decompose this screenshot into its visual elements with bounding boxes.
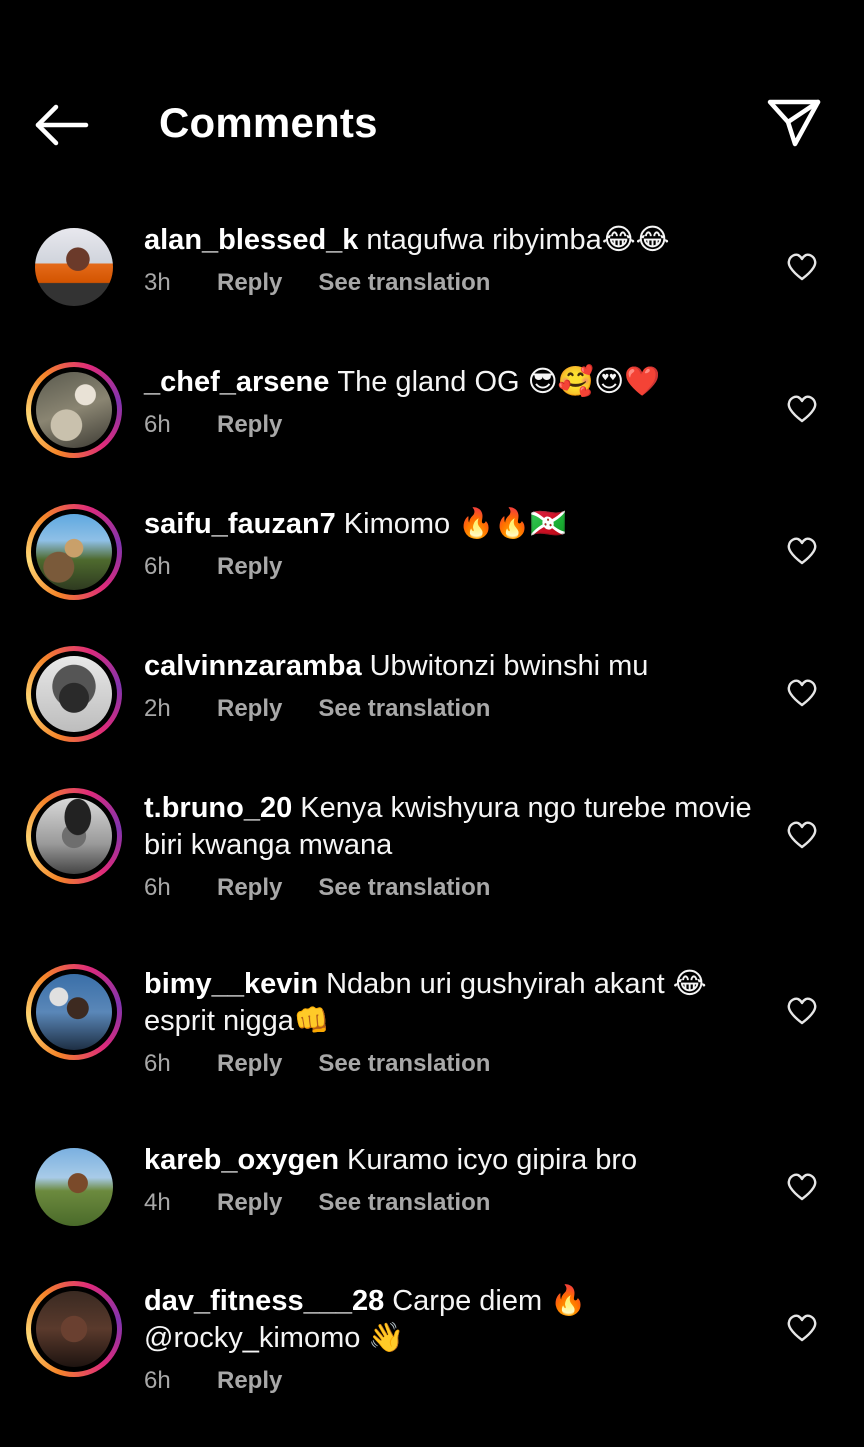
- comment-meta: 6h Reply See translation: [144, 872, 754, 904]
- see-translation-button[interactable]: See translation: [318, 1048, 490, 1080]
- arrow-left-icon: [35, 104, 89, 146]
- comment-time: 6h: [144, 553, 171, 580]
- like-button[interactable]: [787, 1314, 817, 1342]
- heart-icon: [787, 997, 817, 1025]
- reply-button[interactable]: Reply: [217, 551, 282, 583]
- avatar[interactable]: [26, 1139, 122, 1235]
- comment-body: bimy__kevin Ndabn uri gushyirah akant 😂 e…: [144, 966, 754, 1080]
- comment-time: 6h: [144, 1050, 171, 1077]
- like-button[interactable]: [787, 253, 817, 281]
- comment-body: _chef_arsene The gland OG 😎🥰😍❤️ 6h Reply: [144, 364, 754, 441]
- comment-username[interactable]: calvinnzaramba: [144, 650, 362, 682]
- like-button[interactable]: [787, 997, 817, 1025]
- comment-time: 6h: [144, 1367, 171, 1394]
- paper-plane-icon: [767, 99, 821, 147]
- comment-time: 3h: [144, 269, 171, 296]
- reply-button[interactable]: Reply: [217, 1187, 282, 1219]
- heart-icon: [787, 395, 817, 423]
- avatar[interactable]: [26, 788, 122, 884]
- heart-icon: [787, 821, 817, 849]
- like-button[interactable]: [787, 395, 817, 423]
- see-translation-button[interactable]: See translation: [318, 1187, 490, 1219]
- comment-body: kareb_oxygen Kuramo icyo gipira bro 4h Rep…: [144, 1142, 754, 1219]
- comment-username[interactable]: saifu_fauzan7: [144, 508, 336, 540]
- avatar-image: [36, 372, 112, 448]
- avatar[interactable]: [26, 219, 122, 315]
- see-translation-button[interactable]: See translation: [318, 693, 490, 725]
- comment-meta: 2h Reply See translation: [144, 693, 754, 725]
- comment-username[interactable]: _chef_arsene: [144, 366, 329, 398]
- comment-username[interactable]: dav_fitness___28: [144, 1285, 384, 1317]
- reply-button[interactable]: Reply: [217, 409, 282, 441]
- share-button[interactable]: [764, 98, 824, 150]
- avatar-image: [36, 798, 112, 874]
- header: Comments: [0, 80, 864, 170]
- comment-meta: 6h Reply: [144, 1365, 754, 1397]
- comment-meta: 4h Reply See translation: [144, 1187, 754, 1219]
- comment-body: calvinnzaramba Ubwitonzi bwinshi mu 2h Rep…: [144, 648, 754, 725]
- heart-icon: [787, 1173, 817, 1201]
- comment-username[interactable]: t.bruno_20: [144, 792, 292, 824]
- reply-button[interactable]: Reply: [217, 1365, 282, 1397]
- avatar[interactable]: [26, 1281, 122, 1377]
- back-button[interactable]: [30, 102, 92, 148]
- comment-body: t.bruno_20 Kenya kwishyura ngo turebe mov…: [144, 790, 754, 904]
- comments-screen: Comments alan_blessed_k ntagufwa ribyimba…: [0, 0, 864, 1447]
- comment-text: The gland OG 😎🥰😍❤️: [337, 366, 661, 398]
- like-button[interactable]: [787, 821, 817, 849]
- avatar-image: [36, 974, 112, 1050]
- comment-time: 6h: [144, 874, 171, 901]
- avatar-image: [35, 1148, 113, 1226]
- avatar[interactable]: [26, 964, 122, 1060]
- see-translation-button[interactable]: See translation: [318, 872, 490, 904]
- comment-time: 4h: [144, 1189, 171, 1216]
- heart-icon: [787, 537, 817, 565]
- heart-icon: [787, 679, 817, 707]
- reply-button[interactable]: Reply: [217, 1048, 282, 1080]
- reply-button[interactable]: Reply: [217, 693, 282, 725]
- comment-meta: 3h Reply See translation: [144, 267, 754, 299]
- avatar[interactable]: [26, 362, 122, 458]
- heart-icon: [787, 253, 817, 281]
- comment-username[interactable]: bimy__kevin: [144, 968, 318, 1000]
- avatar[interactable]: [26, 504, 122, 600]
- comment-text: ntagufwa ribyimba😂😂: [366, 224, 670, 256]
- comment-text: Kuramo icyo gipira bro: [347, 1144, 638, 1176]
- comment-text: Ubwitonzi bwinshi mu: [369, 650, 649, 682]
- comment-meta: 6h Reply: [144, 551, 754, 583]
- comment-time: 2h: [144, 695, 171, 722]
- comment-body: saifu_fauzan7 Kimomo 🔥🔥🇧🇮 6h Reply: [144, 506, 754, 583]
- avatar-image: [36, 656, 112, 732]
- comment-time: 6h: [144, 411, 171, 438]
- comment-body: alan_blessed_k ntagufwa ribyimba😂😂 3h Repl…: [144, 222, 754, 299]
- comment-username[interactable]: alan_blessed_k: [144, 224, 358, 256]
- comment-username[interactable]: kareb_oxygen: [144, 1144, 339, 1176]
- comment-text: Kimomo 🔥🔥🇧🇮: [343, 508, 567, 540]
- avatar[interactable]: [26, 646, 122, 742]
- avatar-image: [36, 514, 112, 590]
- avatar-image: [36, 1291, 112, 1367]
- see-translation-button[interactable]: See translation: [318, 267, 490, 299]
- heart-icon: [787, 1314, 817, 1342]
- avatar-image: [35, 228, 113, 306]
- like-button[interactable]: [787, 537, 817, 565]
- reply-button[interactable]: Reply: [217, 267, 282, 299]
- reply-button[interactable]: Reply: [217, 872, 282, 904]
- like-button[interactable]: [787, 1173, 817, 1201]
- like-button[interactable]: [787, 679, 817, 707]
- page-title: Comments: [159, 99, 378, 146]
- comment-body: dav_fitness___28 Carpe diem 🔥 @rocky_kimo…: [144, 1283, 754, 1397]
- comment-meta: 6h Reply See translation: [144, 1048, 754, 1080]
- comment-meta: 6h Reply: [144, 409, 754, 441]
